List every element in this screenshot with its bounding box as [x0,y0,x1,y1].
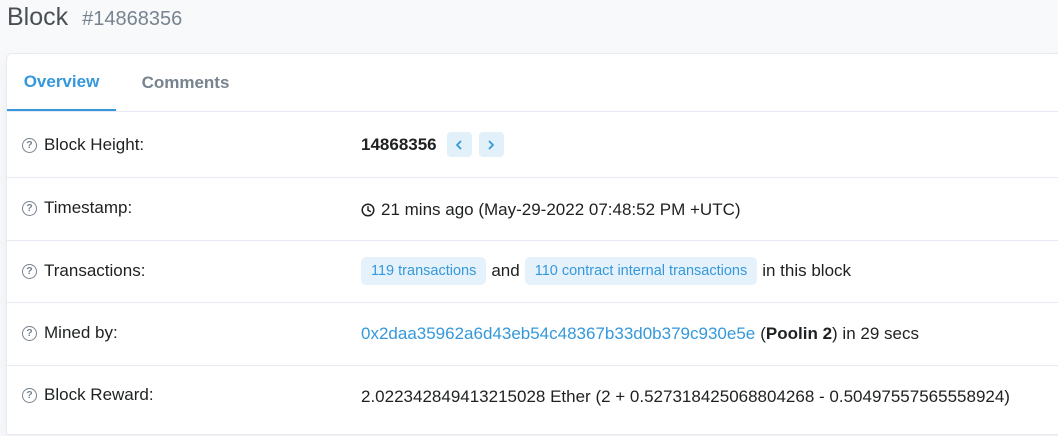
transactions-label-group: ? Transactions: [22,261,145,281]
help-icon[interactable]: ? [22,263,37,279]
block-height-label: Block Height: [44,135,145,154]
and-text: and [491,261,520,280]
miner-name: Poolin 2 [765,324,833,343]
timestamp-value-group: 21 mins ago (May-29-2022 07:48:52 PM +UT… [361,200,741,220]
block-reward-label-group: ? Block Reward: [22,385,154,405]
block-reward-value: 2.022342849413215028 Ether (2 + 0.527318… [361,387,1010,406]
transactions-badge[interactable]: 119 transactions [361,257,487,285]
block-height-label-group: ? Block Height: [22,135,144,155]
mined-by-value-group: 0x2daa35962a6d43eb54c48367b33d0b379c930e… [361,324,919,344]
row-mined-by: ? Mined by: 0x2daa35962a6d43eb54c48367b3… [7,303,1058,366]
row-timestamp: ? Timestamp: 21 mins ago (May-29-2022 07… [7,178,1058,241]
mined-time-text: ) in 29 secs [832,324,919,343]
block-height-value-group: 14868356 [361,132,504,157]
block-reward-label: Block Reward: [44,385,154,404]
page-block-number: #14868356 [82,8,183,30]
help-icon[interactable]: ? [22,325,37,341]
timestamp-label-group: ? Timestamp: [22,198,132,218]
miner-address-link[interactable]: 0x2daa35962a6d43eb54c48367b33d0b379c930e… [361,324,755,344]
clock-icon [361,203,375,217]
help-icon[interactable]: ? [22,137,37,153]
page-header: Block #14868356 [7,3,182,32]
mined-by-label-group: ? Mined by: [22,323,118,343]
chevron-right-icon [488,140,495,149]
in-this-block-text: in this block [762,261,852,280]
row-transactions: ? Transactions: 119 transactions and 110… [7,241,1058,303]
row-block-reward: ? Block Reward: 2.022342849413215028 Eth… [7,366,1058,436]
block-reward-value-group: 2.022342849413215028 Ether (2 + 0.527318… [361,387,1010,407]
tab-overview[interactable]: Overview [7,54,116,111]
transactions-label: Transactions: [44,261,146,280]
internal-transactions-badge[interactable]: 110 contract internal transactions [524,257,758,285]
tab-bar: Overview Comments [7,54,1058,112]
block-details-card: Overview Comments ? Block Height: 148683… [6,53,1058,435]
mined-by-label: Mined by: [44,323,118,342]
tab-comments[interactable]: Comments [140,54,231,111]
chevron-left-icon [456,140,462,149]
timestamp-label: Timestamp: [44,198,133,217]
transactions-value-group: 119 transactions and 110 contract intern… [361,257,856,285]
previous-block-button[interactable] [446,132,472,157]
timestamp-value: 21 mins ago (May-29-2022 07:48:52 PM +UT… [381,200,741,219]
row-block-height: ? Block Height: 14868356 [7,112,1058,178]
next-block-button[interactable] [478,132,504,157]
help-icon[interactable]: ? [22,200,37,216]
help-icon[interactable]: ? [22,387,37,403]
block-height-value: 14868356 [361,134,437,154]
page-title: Block [7,3,69,31]
